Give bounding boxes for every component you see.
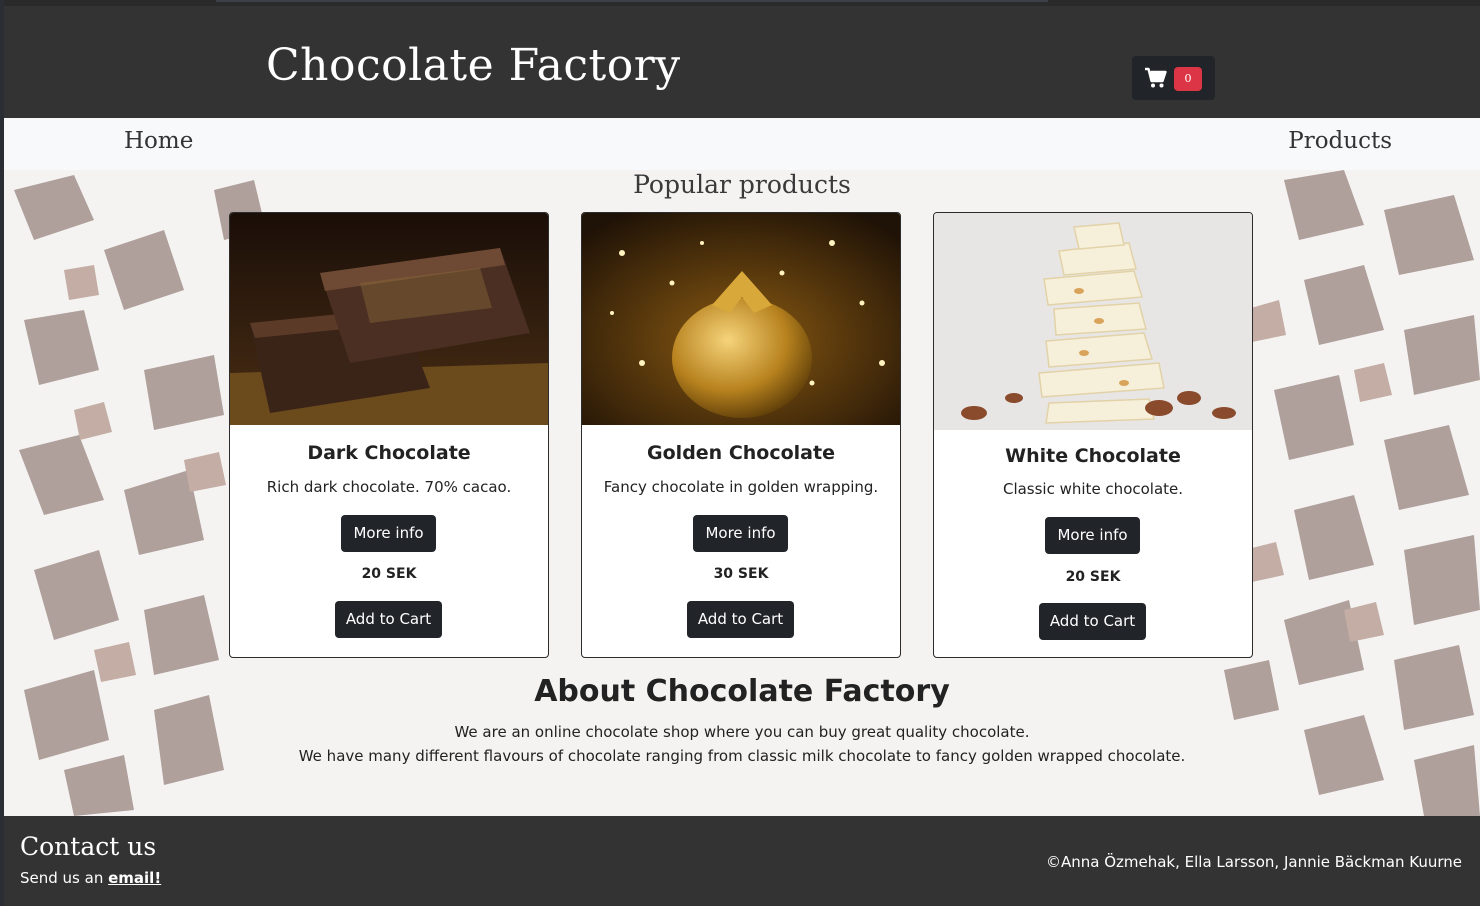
main-content: Popular products Dark Chocolate Rich dar…: [4, 170, 1480, 816]
product-name: Dark Chocolate: [307, 442, 471, 464]
product-card-golden-chocolate: Golden Chocolate Fancy chocolate in gold…: [581, 212, 901, 658]
more-info-button[interactable]: More info: [693, 515, 788, 552]
add-to-cart-button[interactable]: Add to Cart: [1039, 603, 1146, 640]
copyright-text: ©Anna Özmehak, Ella Larsson, Jannie Bäck…: [1045, 853, 1462, 871]
popular-products-title: Popular products: [633, 170, 851, 199]
about-text-line-1: We are an online chocolate shop where yo…: [454, 723, 1030, 741]
cart-count-badge: 0: [1174, 67, 1202, 91]
site-header: Chocolate Factory 0: [4, 6, 1480, 118]
product-card-white-chocolate: White Chocolate Classic white chocolate.…: [933, 212, 1253, 658]
more-info-button[interactable]: More info: [341, 515, 436, 552]
product-name: White Chocolate: [1005, 445, 1181, 467]
nav-products-link[interactable]: Products: [1288, 128, 1392, 154]
contact-text: Send us an email!: [20, 869, 161, 887]
about-text-line-2: We have many different flavours of choco…: [298, 747, 1186, 765]
product-price: 20 SEK: [1065, 569, 1121, 585]
shopping-cart-icon: [1145, 67, 1167, 88]
site-footer: Contact us Send us an email! ©Anna Özmeh…: [4, 816, 1480, 906]
dark-chocolate-image: [230, 213, 548, 425]
add-to-cart-button[interactable]: Add to Cart: [687, 601, 794, 638]
golden-chocolate-image: [582, 213, 900, 425]
add-to-cart-button[interactable]: Add to Cart: [335, 601, 442, 638]
product-price: 30 SEK: [713, 566, 769, 582]
product-name: Golden Chocolate: [647, 442, 835, 464]
nav-home-link[interactable]: Home: [124, 128, 193, 154]
contact-prefix: Send us an: [20, 869, 109, 887]
site-brand[interactable]: Chocolate Factory: [266, 40, 681, 91]
cart-button[interactable]: 0: [1132, 56, 1215, 100]
more-info-button[interactable]: More info: [1045, 517, 1140, 554]
white-chocolate-image: [934, 213, 1252, 430]
product-price: 20 SEK: [361, 566, 417, 582]
email-link[interactable]: email!: [108, 869, 161, 887]
contact-title: Contact us: [20, 832, 157, 861]
product-description: Classic white chocolate.: [1002, 480, 1184, 498]
browser-viewport: Chocolate Factory 0 Home Products Popula…: [4, 0, 1480, 906]
product-description: Rich dark chocolate. 70% cacao.: [266, 478, 512, 496]
main-nav: Home Products: [4, 118, 1480, 170]
top-bar-highlight: [216, 0, 1048, 2]
about-title: About Chocolate Factory: [534, 674, 950, 709]
product-card-dark-chocolate: Dark Chocolate Rich dark chocolate. 70% …: [229, 212, 549, 658]
product-description: Fancy chocolate in golden wrapping.: [603, 478, 879, 496]
